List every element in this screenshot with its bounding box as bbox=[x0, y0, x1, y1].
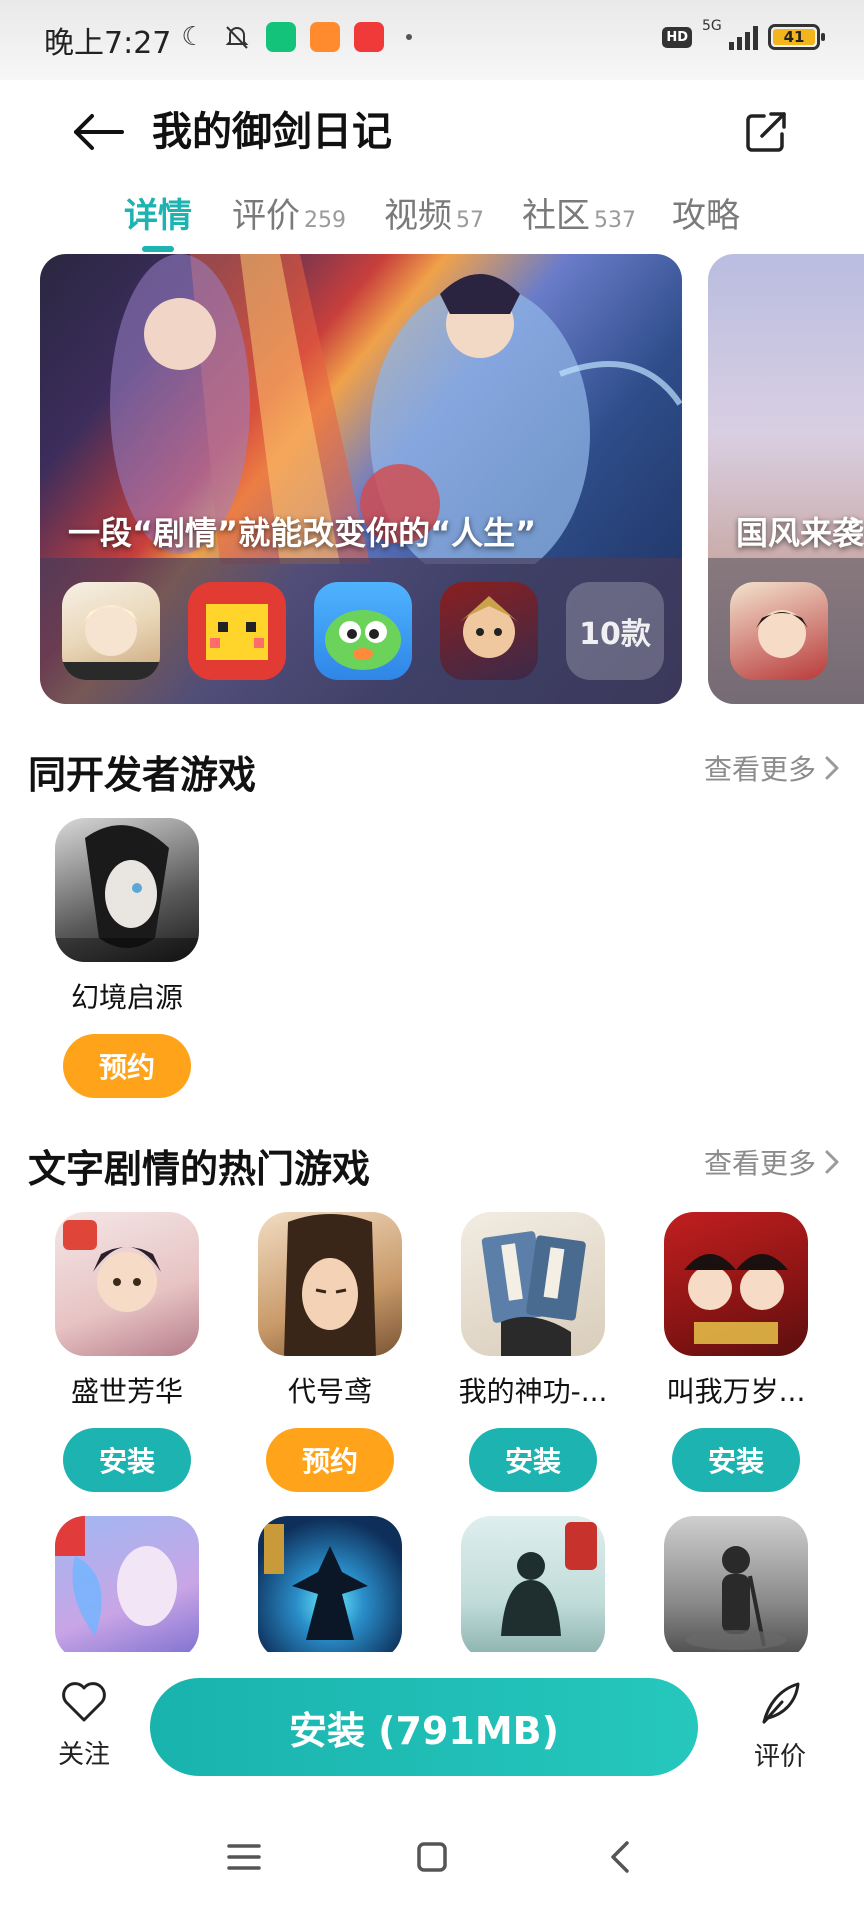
game-card[interactable] bbox=[32, 1516, 222, 1660]
game-card[interactable] bbox=[641, 1516, 831, 1660]
game-icon[interactable] bbox=[55, 1516, 199, 1660]
more-notifications-dot-icon bbox=[406, 34, 412, 40]
follow-button[interactable]: 关注 bbox=[44, 1680, 124, 1771]
game-card[interactable]: 我的神功-... 安装 bbox=[438, 1212, 628, 1492]
developer-see-more-link[interactable]: 查看更多 bbox=[704, 748, 840, 788]
status-notification-icons: ☾ bbox=[178, 22, 412, 52]
moon-icon: ☾ bbox=[181, 22, 205, 52]
tab-guides[interactable]: 攻略 bbox=[672, 188, 740, 252]
tab-community[interactable]: 社区 537 bbox=[522, 188, 636, 252]
game-icon[interactable] bbox=[258, 1212, 402, 1356]
tab-active-indicator bbox=[142, 246, 174, 252]
game-icon[interactable] bbox=[258, 1516, 402, 1660]
game-name: 幻境启源 bbox=[70, 981, 183, 1014]
tab-reviews[interactable]: 评价 259 bbox=[232, 188, 346, 252]
follow-label: 关注 bbox=[57, 1740, 110, 1770]
home-button[interactable] bbox=[402, 1832, 462, 1882]
game-name: 代号鸢 bbox=[287, 1375, 372, 1408]
back-nav-button[interactable] bbox=[590, 1832, 650, 1882]
tab-count: 57 bbox=[456, 208, 484, 233]
heart-icon bbox=[62, 1682, 106, 1722]
topic-carousel[interactable]: 一段“剧情”就能改变你的“人生” 10款 国风来袭 bbox=[0, 254, 864, 704]
battery-icon: 41 bbox=[768, 24, 825, 50]
install-button[interactable]: 安装 bbox=[469, 1428, 597, 1492]
app-header: 我的御剑日记 bbox=[0, 80, 864, 180]
square-home-icon bbox=[417, 1842, 447, 1872]
more-games-button[interactable]: 10款 bbox=[566, 582, 664, 680]
news-app-icon bbox=[354, 22, 384, 52]
status-system-icons: HD 5G 41 bbox=[662, 18, 825, 52]
game-icon[interactable] bbox=[461, 1212, 605, 1356]
game-card[interactable] bbox=[438, 1516, 628, 1660]
status-bar: 晚上7:27 ☾ HD 5G 41 bbox=[0, 0, 864, 80]
topic-banner[interactable]: 国风来袭 bbox=[708, 254, 864, 704]
game-icon[interactable] bbox=[314, 582, 412, 680]
hd-voice-icon: HD bbox=[662, 26, 692, 48]
tab-details[interactable]: 详情 bbox=[124, 188, 192, 252]
page-title: 我的御剑日记 bbox=[152, 109, 392, 155]
game-icon[interactable] bbox=[55, 1212, 199, 1356]
game-name: 盛世芳华 bbox=[70, 1375, 183, 1408]
install-button[interactable]: 安装 bbox=[672, 1428, 800, 1492]
bell-muted-icon bbox=[225, 26, 249, 49]
chevron-right-icon bbox=[825, 756, 839, 780]
rate-label: 评价 bbox=[753, 1742, 806, 1772]
tab-count: 259 bbox=[304, 208, 346, 233]
rate-button[interactable]: 评价 bbox=[740, 1680, 820, 1773]
game-name: 我的神功-... bbox=[458, 1375, 608, 1408]
menu-button[interactable] bbox=[214, 1832, 274, 1882]
tab-videos[interactable]: 视频 57 bbox=[384, 188, 484, 252]
install-main-button[interactable]: 安装 (791MB) bbox=[150, 1678, 698, 1776]
install-button[interactable]: 安装 bbox=[63, 1428, 191, 1492]
popular-see-more-link[interactable]: 查看更多 bbox=[704, 1142, 840, 1182]
topic-banner[interactable]: 一段“剧情”就能改变你的“人生” 10款 bbox=[40, 254, 682, 704]
banner-caption: 一段“剧情”就能改变你的“人生” bbox=[68, 514, 537, 552]
reserve-button[interactable]: 预约 bbox=[266, 1428, 394, 1492]
section-title-popular: 文字剧情的热门游戏 bbox=[28, 1147, 371, 1191]
game-card[interactable] bbox=[235, 1516, 425, 1660]
share-icon bbox=[746, 112, 786, 152]
game-card[interactable]: 代号鸢 预约 bbox=[235, 1212, 425, 1492]
banner-game-strip bbox=[708, 558, 864, 704]
game-icon[interactable] bbox=[55, 818, 199, 962]
menu-icon bbox=[227, 1844, 261, 1870]
feather-pen-icon bbox=[762, 1682, 800, 1724]
detail-tabs: 详情 评价 259 视频 57 社区 537 攻略 bbox=[0, 188, 864, 258]
game-icon[interactable] bbox=[440, 582, 538, 680]
game-name: 叫我万岁... bbox=[666, 1375, 806, 1408]
game-card[interactable]: 幻境启源 预约 bbox=[32, 818, 222, 1098]
shopping-app-icon bbox=[310, 22, 340, 52]
chevron-left-icon bbox=[611, 1841, 629, 1873]
game-card[interactable]: 盛世芳华 安装 bbox=[32, 1212, 222, 1492]
signal-icon: 5G bbox=[702, 18, 758, 52]
game-icon[interactable] bbox=[461, 1516, 605, 1660]
status-time: 晚上7:27 bbox=[44, 26, 172, 61]
section-title-developer: 同开发者游戏 bbox=[28, 753, 257, 797]
back-button[interactable] bbox=[70, 104, 126, 160]
game-icon[interactable] bbox=[664, 1516, 808, 1660]
game-icon[interactable] bbox=[730, 582, 828, 680]
tab-count: 537 bbox=[594, 208, 636, 233]
game-icon[interactable] bbox=[62, 582, 160, 680]
game-icon[interactable] bbox=[188, 582, 286, 680]
bottom-action-bar: 关注 安装 (791MB) 评价 bbox=[0, 1652, 864, 1792]
system-nav-bar bbox=[0, 1792, 864, 1920]
reserve-button[interactable]: 预约 bbox=[63, 1034, 191, 1098]
share-button[interactable] bbox=[738, 104, 794, 160]
battery-level: 41 bbox=[773, 29, 815, 45]
shield-app-icon bbox=[266, 22, 296, 52]
network-type: 5G bbox=[702, 18, 722, 34]
banner-caption: 国风来袭 bbox=[736, 514, 864, 552]
chevron-right-icon bbox=[825, 1150, 839, 1174]
arrow-left-icon bbox=[74, 114, 124, 150]
game-icon[interactable] bbox=[664, 1212, 808, 1356]
banner-game-strip: 10款 bbox=[40, 558, 682, 704]
game-card[interactable]: 叫我万岁... 安装 bbox=[641, 1212, 831, 1492]
